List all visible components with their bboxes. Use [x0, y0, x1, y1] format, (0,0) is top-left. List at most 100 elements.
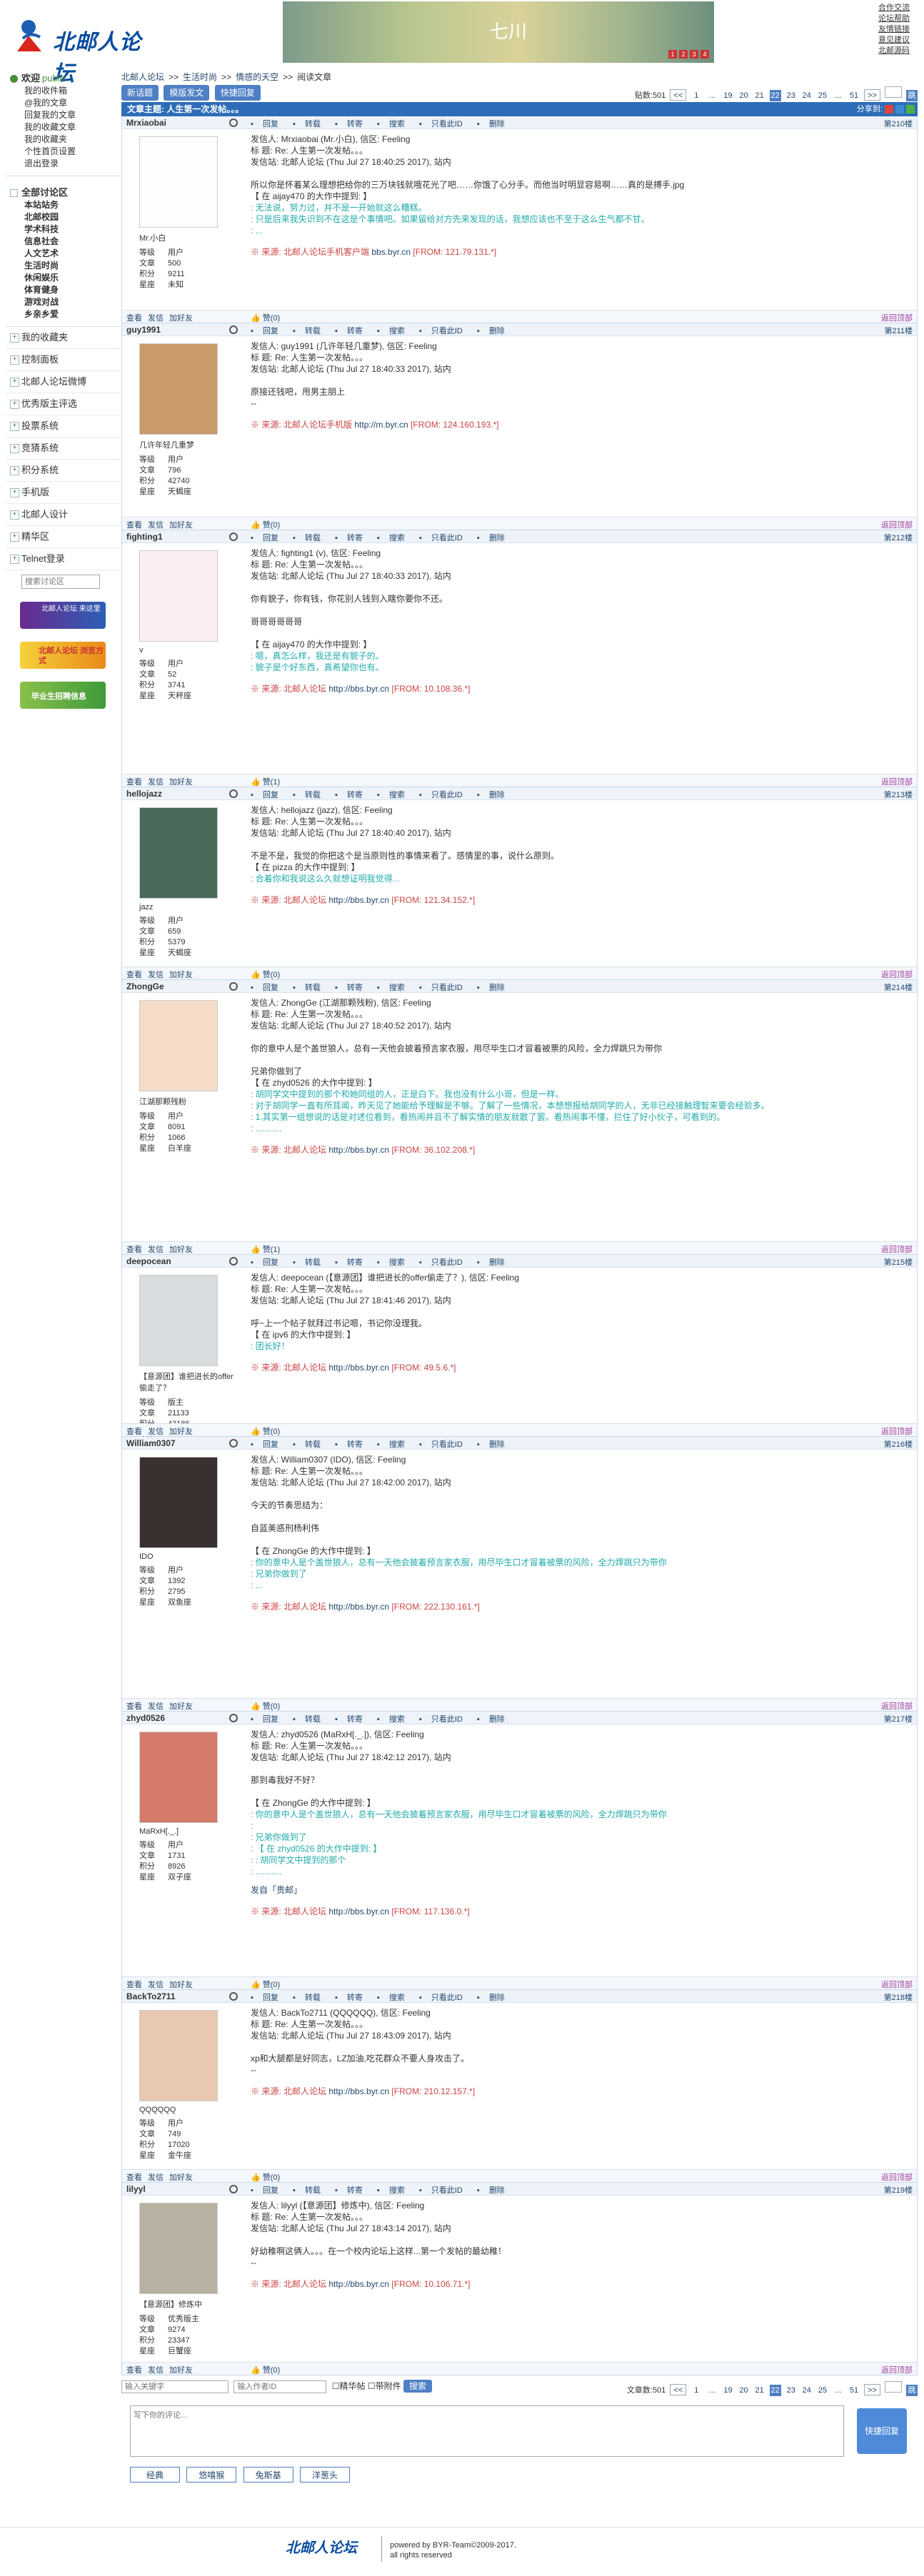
post-floor[interactable]: 第215楼 [884, 1256, 913, 1268]
post-action[interactable]: ▪ 回复 [251, 1440, 286, 1449]
attach-checkbox[interactable]: ☐ [368, 2381, 376, 2391]
avatar[interactable] [139, 1000, 218, 1091]
like-button[interactable]: 👍 赞(0) [251, 1700, 280, 1712]
page-link[interactable]: << [670, 89, 687, 101]
page-link[interactable]: 25 [817, 2385, 828, 2396]
source-link[interactable]: http://bbs.byr.cn [328, 2279, 389, 2289]
emoji-tab[interactable]: 洋葱头 [300, 2467, 351, 2482]
post-action[interactable]: ▪ 只看此ID [419, 1258, 470, 1267]
post-action[interactable]: ▪ 只看此ID [419, 791, 470, 799]
board-link[interactable]: 北邮校园 [9, 211, 120, 223]
source-link[interactable]: http://bbs.byr.cn [328, 684, 389, 694]
sidebar-item[interactable]: 控制面板 [6, 349, 120, 371]
post-action[interactable]: ▪ 转寄 [335, 1440, 370, 1449]
board-link[interactable]: 学术科技 [9, 223, 120, 236]
username[interactable]: public [42, 73, 66, 84]
post-floor[interactable]: 第219楼 [884, 2184, 913, 2196]
post-action[interactable]: ▪ 搜索 [377, 327, 412, 335]
link-cooperation[interactable]: 合作交流 [878, 3, 910, 14]
avatar[interactable] [139, 2203, 218, 2294]
sidebar-item[interactable]: 精华区 [6, 526, 120, 548]
like-button[interactable]: 👍 赞(0) [251, 519, 280, 530]
post-action[interactable]: ▪ 转寄 [335, 534, 370, 542]
post-action[interactable]: ▪ 转载 [293, 2186, 328, 2195]
banner-dot[interactable]: 2 [679, 50, 688, 59]
view-profile-link[interactable]: 查看 [126, 521, 142, 530]
sidebar-item[interactable]: 优秀版主评选 [6, 393, 120, 415]
post-action[interactable]: ▪ 转载 [293, 327, 328, 335]
page-link[interactable]: 23 [785, 90, 797, 101]
template-post-button[interactable]: 模版发文 [164, 85, 210, 101]
post-action[interactable]: ▪ 转载 [293, 984, 328, 992]
send-mail-link[interactable]: 发信 [148, 1981, 164, 1989]
crumb[interactable]: 情感的天空 [236, 72, 278, 82]
digest-checkbox[interactable]: ☐ [332, 2381, 340, 2391]
post-author[interactable]: fighting1 [126, 532, 163, 542]
post-floor[interactable]: 第211楼 [884, 325, 913, 336]
post-action[interactable]: ▪ 搜索 [377, 1715, 412, 1724]
quick-reply-button[interactable]: 快捷回复 [214, 85, 261, 101]
post-author[interactable]: zhyd0526 [126, 1713, 165, 1723]
post-action[interactable]: ▪ 删除 [477, 1258, 512, 1267]
page-link[interactable]: 1 [691, 2385, 702, 2396]
post-action[interactable]: ▪ 回复 [251, 1994, 286, 2002]
crumb[interactable]: 北邮人论坛 [121, 72, 164, 82]
post-author[interactable]: ZhongGe [126, 981, 164, 991]
keyword-input[interactable] [121, 2380, 229, 2393]
page-link[interactable]: 20 [738, 90, 750, 101]
post-action[interactable]: ▪ 转载 [293, 1715, 328, 1724]
post-action[interactable]: ▪ 转载 [293, 1440, 328, 1449]
post-action[interactable]: ▪ 转载 [293, 1994, 328, 2002]
view-profile-link[interactable]: 查看 [126, 314, 142, 323]
post-action[interactable]: ▪ 搜索 [377, 1258, 412, 1267]
send-mail-link[interactable]: 发信 [148, 521, 164, 530]
view-profile-link[interactable]: 查看 [126, 1246, 142, 1254]
page-current[interactable]: 22 [769, 2385, 781, 2396]
banner-dot[interactable]: 1 [668, 50, 677, 59]
user-link[interactable]: 个性首页设置 [9, 146, 120, 158]
view-profile-link[interactable]: 查看 [126, 1428, 142, 1436]
back-to-top-link[interactable]: 返回顶部 [881, 2364, 913, 2375]
post-floor[interactable]: 第212楼 [884, 532, 913, 543]
like-button[interactable]: 👍 赞(0) [251, 969, 280, 980]
send-mail-link[interactable]: 发信 [148, 2366, 164, 2375]
source-link[interactable]: http://bbs.byr.cn [328, 1906, 389, 1916]
post-action[interactable]: ▪ 搜索 [377, 534, 412, 542]
add-friend-link[interactable]: 加好友 [169, 1428, 193, 1436]
post-author[interactable]: Mrxiaobai [126, 118, 166, 128]
source-link[interactable]: http://bbs.byr.cn [328, 895, 389, 905]
avatar[interactable] [139, 136, 218, 228]
view-profile-link[interactable]: 查看 [126, 2366, 142, 2375]
add-friend-link[interactable]: 加好友 [169, 314, 193, 323]
post-action[interactable]: ▪ 搜索 [377, 791, 412, 799]
post-action[interactable]: ▪ 删除 [477, 1440, 512, 1449]
page-link[interactable]: 23 [785, 2385, 797, 2396]
reply-textarea[interactable] [130, 2405, 844, 2457]
user-link[interactable]: 回复我的文章 [9, 109, 120, 121]
post-action[interactable]: ▪ 转寄 [335, 1994, 370, 2002]
like-button[interactable]: 👍 赞(0) [251, 2364, 280, 2375]
board-link[interactable]: 信息社会 [9, 236, 120, 248]
post-action[interactable]: ▪ 搜索 [377, 1994, 412, 2002]
post-action[interactable]: ▪ 只看此ID [419, 327, 470, 335]
sidebar-item[interactable]: 北邮人设计 [6, 504, 120, 526]
post-action[interactable]: ▪ 删除 [477, 534, 512, 542]
emoji-tab[interactable]: 经典 [130, 2467, 180, 2482]
back-to-top-link[interactable]: 返回顶部 [881, 312, 913, 323]
board-link[interactable]: 人文艺术 [9, 248, 120, 260]
back-to-top-link[interactable]: 返回顶部 [881, 776, 913, 787]
board-search-input[interactable] [21, 575, 100, 589]
add-friend-link[interactable]: 加好友 [169, 1246, 193, 1254]
post-action[interactable]: ▪ 搜索 [377, 1440, 412, 1449]
view-profile-link[interactable]: 查看 [126, 1702, 142, 1711]
author-input[interactable] [233, 2380, 327, 2393]
user-link[interactable]: 我的收藏夹 [9, 133, 120, 146]
user-link[interactable]: 退出登录 [9, 158, 120, 170]
page-link[interactable]: >> [864, 89, 880, 101]
page-link[interactable]: 19 [722, 2385, 733, 2396]
post-floor[interactable]: 第213楼 [884, 789, 913, 800]
post-action[interactable]: ▪ 只看此ID [419, 1994, 470, 2002]
post-floor[interactable]: 第216楼 [884, 1438, 913, 1450]
back-to-top-link[interactable]: 返回顶部 [881, 2171, 913, 2183]
crumb[interactable]: 生活时尚 [183, 72, 217, 82]
